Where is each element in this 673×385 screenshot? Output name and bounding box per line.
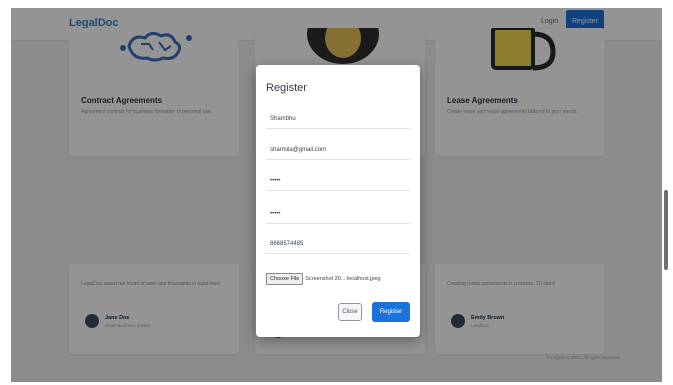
file-upload: Choose File Screenshot 20... localhost.j…: [266, 271, 410, 287]
name-value: Shambhu: [270, 115, 296, 122]
modal-title: Register: [266, 82, 307, 94]
phone-value: 8668574485: [270, 240, 304, 247]
confirm-password-value: •••••: [270, 210, 281, 217]
register-button[interactable]: Register: [372, 302, 410, 322]
page-scrollbar[interactable]: [664, 190, 668, 270]
close-button[interactable]: Close: [338, 303, 362, 321]
choose-file-button[interactable]: Choose File: [266, 273, 304, 285]
password-value: •••••: [270, 177, 281, 184]
email-field[interactable]: sharmila@gmail.com: [266, 140, 410, 160]
file-name: Screenshot 20... localhost.jpeg: [305, 276, 381, 282]
confirm-password-field[interactable]: •••••: [266, 204, 410, 224]
email-value: sharmila@gmail.com: [270, 146, 327, 153]
password-field[interactable]: •••••: [266, 171, 410, 191]
name-field[interactable]: Shambhu: [266, 109, 410, 129]
phone-field[interactable]: 8668574485: [266, 234, 410, 254]
register-modal: Register Shambhu sharmila@gmail.com ••••…: [256, 65, 420, 337]
